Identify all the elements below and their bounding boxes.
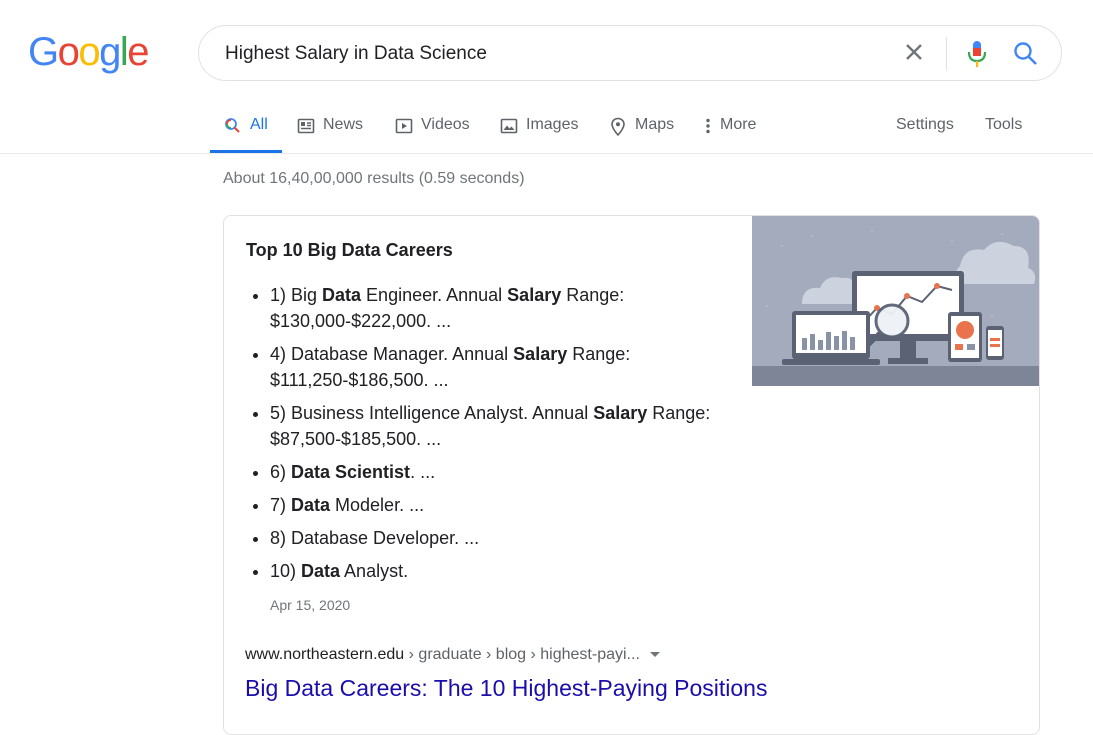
snippet-item-text: 1) Big <box>270 285 323 305</box>
snippet-item-highlight: Salary <box>507 285 562 305</box>
tab-more-label: More <box>720 116 757 133</box>
news-icon <box>297 118 315 134</box>
snippet-item-text: Engineer. Annual <box>361 285 508 305</box>
close-icon <box>906 44 922 60</box>
search-button[interactable] <box>1011 39 1041 69</box>
search-icon <box>1014 42 1037 65</box>
logo-letter: o <box>78 30 100 74</box>
microphone-icon <box>967 41 987 67</box>
logo-letter: g <box>99 30 121 74</box>
snippet-item-highlight: Data <box>301 561 341 581</box>
clear-search-button[interactable] <box>899 40 929 68</box>
snippet-list-item: 4) Database Manager. Annual Salary Range… <box>270 341 740 393</box>
snippet-list-item: 8) Database Developer. ... <box>270 525 740 551</box>
settings-link[interactable]: Settings <box>896 116 954 134</box>
search-box <box>198 25 1062 81</box>
tools-link[interactable]: Tools <box>985 116 1022 134</box>
snippet-item-text: 10) <box>270 561 302 581</box>
snippet-item-text: Modeler. ... <box>330 495 425 515</box>
snippet-item-text: 8) Database Developer. ... <box>270 528 480 548</box>
snippet-list-item: 6) Data Scientist. ... <box>270 459 740 485</box>
search-icon <box>225 118 240 133</box>
tab-news-label: News <box>323 116 364 133</box>
tab-maps[interactable]: Maps <box>609 110 674 153</box>
tab-images[interactable]: Images <box>500 110 578 153</box>
search-input[interactable] <box>225 41 865 67</box>
snippet-item-highlight: Salary <box>593 403 648 423</box>
logo-letter: e <box>127 30 149 74</box>
logo-letter: G <box>28 30 59 74</box>
tab-maps-label: Maps <box>635 116 675 133</box>
map-pin-icon <box>611 117 625 137</box>
snippet-title: Top 10 Big Data Careers <box>246 240 453 260</box>
snippet-item-highlight: Salary <box>513 344 568 364</box>
logo-letter: o <box>57 30 80 74</box>
snippet-item-text: . ... <box>410 462 436 482</box>
snippet-item-text: 4) Database Manager. Annual <box>270 344 514 364</box>
tab-videos-label: Videos <box>421 116 470 133</box>
featured-snippet-card: Top 10 Big Data Careers 1) Big Data Engi… <box>223 215 1040 735</box>
result-title-link[interactable]: Big Data Careers: The 10 Highest-Paying … <box>245 675 767 702</box>
google-logo[interactable]: Google <box>28 30 149 75</box>
tab-all[interactable]: All <box>210 110 282 153</box>
snippet-list-item: 5) Business Intelligence Analyst. Annual… <box>270 400 740 452</box>
tab-images-label: Images <box>526 116 579 133</box>
search-tabs: All News Videos Images Maps More Setting… <box>210 110 1070 154</box>
result-url[interactable]: www.northeastern.edu › graduate › blog ›… <box>245 646 660 664</box>
image-icon <box>500 118 518 134</box>
search-divider <box>946 37 947 71</box>
tab-more[interactable]: More <box>704 110 756 153</box>
result-stats: About 16,40,00,000 results (0.59 seconds… <box>223 170 525 187</box>
snippet-item-text: 7) <box>270 495 292 515</box>
snippet-list: 1) Big Data Engineer. Annual Salary Rang… <box>246 282 740 591</box>
video-icon <box>395 118 413 134</box>
result-url-domain: www.northeastern.edu <box>245 646 405 663</box>
result-url-path: › graduate › blog › highest-payi... <box>404 646 640 663</box>
snippet-item-highlight: Data <box>322 285 362 305</box>
voice-search-button[interactable] <box>964 38 990 70</box>
snippet-item-highlight: Data Scientist <box>291 462 411 482</box>
logo-letter: l <box>119 30 129 74</box>
tab-all-label: All <box>250 116 268 133</box>
snippet-item-text: 5) Business Intelligence Analyst. Annual <box>270 403 594 423</box>
more-vertical-icon <box>706 118 710 134</box>
snippet-item-text: Analyst. <box>340 561 409 581</box>
snippet-item-highlight: Data <box>291 495 331 515</box>
tab-videos[interactable]: Videos <box>395 110 470 153</box>
caret-down-icon[interactable] <box>649 652 660 658</box>
snippet-list-item: 7) Data Modeler. ... <box>270 492 740 518</box>
snippet-list-item: 10) Data Analyst. <box>270 558 740 584</box>
snippet-date: Apr 15, 2020 <box>270 597 351 613</box>
snippet-item-text: 6) <box>270 462 292 482</box>
data-analytics-illustration[interactable] <box>752 216 1040 386</box>
snippet-list-item: 1) Big Data Engineer. Annual Salary Rang… <box>270 282 740 334</box>
tabs-divider <box>0 153 1093 154</box>
tab-news[interactable]: News <box>297 110 363 153</box>
